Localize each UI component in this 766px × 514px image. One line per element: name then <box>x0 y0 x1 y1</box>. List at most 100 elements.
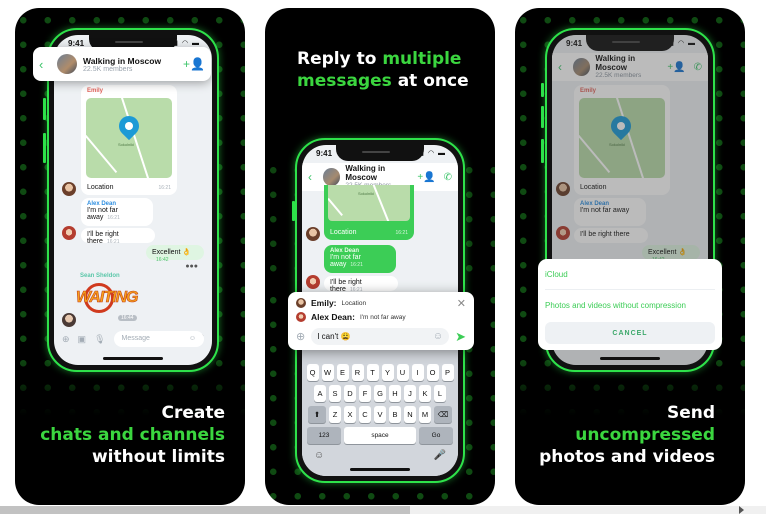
key-b[interactable]: B <box>389 406 401 423</box>
add-member-icon[interactable]: +👤 <box>183 57 205 71</box>
avatar-emily[interactable] <box>306 227 320 241</box>
key-z[interactable]: Z <box>329 406 341 423</box>
emoji-keyboard-icon[interactable]: ☺ <box>314 450 324 461</box>
message-input[interactable]: Message ☺ <box>113 331 204 347</box>
avatar-emily <box>296 298 306 308</box>
location-text: Location <box>330 229 357 236</box>
caption-highlight: messages <box>297 71 392 91</box>
avatar-emily[interactable] <box>62 182 76 196</box>
group-avatar[interactable] <box>322 168 341 186</box>
call-icon[interactable]: ✆ <box>444 172 452 183</box>
reply-item-alex[interactable]: Alex Dean: I'm not far away <box>296 310 466 324</box>
microphone-icon[interactable]: 🎙 <box>94 334 105 345</box>
key-m[interactable]: M <box>419 406 431 423</box>
key-i[interactable]: I <box>411 364 424 381</box>
phone-side-button <box>43 98 46 120</box>
key-t[interactable]: T <box>366 364 379 381</box>
member-count: 22.5K members <box>83 65 133 73</box>
message-text: Excellent 👌 <box>152 249 192 256</box>
cancel-button[interactable]: CANCEL <box>545 322 715 344</box>
message-placeholder: Message <box>121 335 150 342</box>
message-input-bar: ⊕ ▣ 🎙 Message ☺ <box>54 327 212 351</box>
caption-text: Reply to <box>297 49 383 69</box>
option-uncompressed[interactable]: Photos and videos without compression <box>545 290 715 321</box>
message-time: 16:21 <box>350 262 363 268</box>
send-icon[interactable]: ➤ <box>455 329 466 345</box>
add-attachment-icon[interactable]: ⊕ <box>62 334 70 345</box>
group-avatar[interactable] <box>57 54 77 74</box>
key-j[interactable]: J <box>404 385 416 402</box>
message-excellent[interactable]: Excellent 👌16:42 <box>146 245 204 263</box>
numbers-key[interactable]: 123 <box>307 427 341 444</box>
message-alex-1-selected[interactable]: Alex Dean I'm not far away 16:21 <box>324 245 396 273</box>
keyboard-row-2: ASDFGHJKL <box>306 385 454 402</box>
reply-text: I'm not far away <box>359 313 406 321</box>
reply-item-emily[interactable]: Emily: Location <box>296 296 466 310</box>
key-a[interactable]: A <box>314 385 326 402</box>
key-d[interactable]: D <box>344 385 356 402</box>
read-receipts-avatars: ●●● <box>185 263 198 270</box>
map-message-selected[interactable]: Sokolniki Location 16:21 <box>324 185 414 240</box>
horizontal-scrollbar[interactable] <box>0 506 766 514</box>
message-alex-1[interactable]: Alex Dean I'm not far away 16:21 <box>81 198 153 226</box>
gallery-icon[interactable]: ▣ <box>78 334 87 345</box>
avatar-alex[interactable] <box>62 226 76 240</box>
phone-notch <box>336 145 424 161</box>
add-attachment-icon[interactable]: ⊕ <box>296 330 305 343</box>
message-time: 16:21 <box>107 215 120 221</box>
dictation-icon[interactable]: 🎤 <box>434 450 446 461</box>
back-icon[interactable]: ‹ <box>308 170 318 184</box>
keyboard-row-1: QWERTYUIOP <box>306 364 454 381</box>
scrollbar-thumb[interactable] <box>0 506 410 514</box>
sticker-waiting[interactable]: WAITING <box>76 289 139 307</box>
caption-line-3: without limits <box>91 447 225 467</box>
option-icloud[interactable]: iCloud <box>545 259 715 290</box>
key-l[interactable]: L <box>434 385 446 402</box>
map-preview[interactable]: Sokolniki <box>328 185 410 221</box>
message-alex-2[interactable]: I'll be right there 16:21 <box>324 276 398 293</box>
key-c[interactable]: C <box>359 406 371 423</box>
key-v[interactable]: V <box>374 406 386 423</box>
emoji-icon[interactable]: ☺ <box>433 331 443 342</box>
key-n[interactable]: N <box>404 406 416 423</box>
key-h[interactable]: H <box>389 385 401 402</box>
map-message[interactable]: Emily Sokolniki Location 16:21 <box>81 85 177 195</box>
add-member-icon[interactable]: +👤 <box>417 172 435 183</box>
key-o[interactable]: O <box>426 364 439 381</box>
close-icon[interactable]: ✕ <box>457 297 466 310</box>
message-alex-2[interactable]: I'll be right there 16:21 <box>81 228 155 245</box>
back-icon[interactable]: ‹ <box>39 57 51 72</box>
emoji-icon[interactable]: ☺ <box>189 335 196 343</box>
key-k[interactable]: K <box>419 385 431 402</box>
key-x[interactable]: X <box>344 406 356 423</box>
caption-line-3: photos and videos <box>539 447 715 467</box>
backspace-key[interactable]: ⌫ <box>434 406 452 423</box>
key-p[interactable]: P <box>441 364 454 381</box>
reply-input[interactable]: I can't 😩 ☺ <box>311 328 450 345</box>
go-key[interactable]: Go <box>419 427 453 444</box>
key-u[interactable]: U <box>396 364 409 381</box>
key-g[interactable]: G <box>374 385 386 402</box>
chat-title: Walking in Moscow <box>345 163 386 182</box>
home-indicator <box>350 468 410 471</box>
message-time: 16:42 <box>156 257 169 263</box>
key-w[interactable]: W <box>321 364 334 381</box>
map-preview[interactable]: Sokolniki <box>86 98 172 178</box>
map-label: Sokolniki <box>358 191 375 196</box>
key-f[interactable]: F <box>359 385 371 402</box>
keyboard-row-3: ⬆ ZXCVBNM ⌫ <box>306 406 454 423</box>
key-r[interactable]: R <box>351 364 364 381</box>
avatar-alex[interactable] <box>306 275 320 289</box>
key-q[interactable]: Q <box>306 364 319 381</box>
shift-key[interactable]: ⬆ <box>308 406 326 423</box>
keyboard-suggestions <box>306 350 454 360</box>
space-key[interactable]: space <box>344 427 416 444</box>
message-time: 16:21 <box>395 230 408 236</box>
avatar-sean[interactable] <box>62 313 76 327</box>
caption-text: at once <box>391 71 469 91</box>
mouse-cursor-icon <box>739 506 744 514</box>
key-e[interactable]: E <box>336 364 349 381</box>
key-s[interactable]: S <box>329 385 341 402</box>
key-y[interactable]: Y <box>381 364 394 381</box>
map-label: Sokolniki <box>118 142 135 147</box>
